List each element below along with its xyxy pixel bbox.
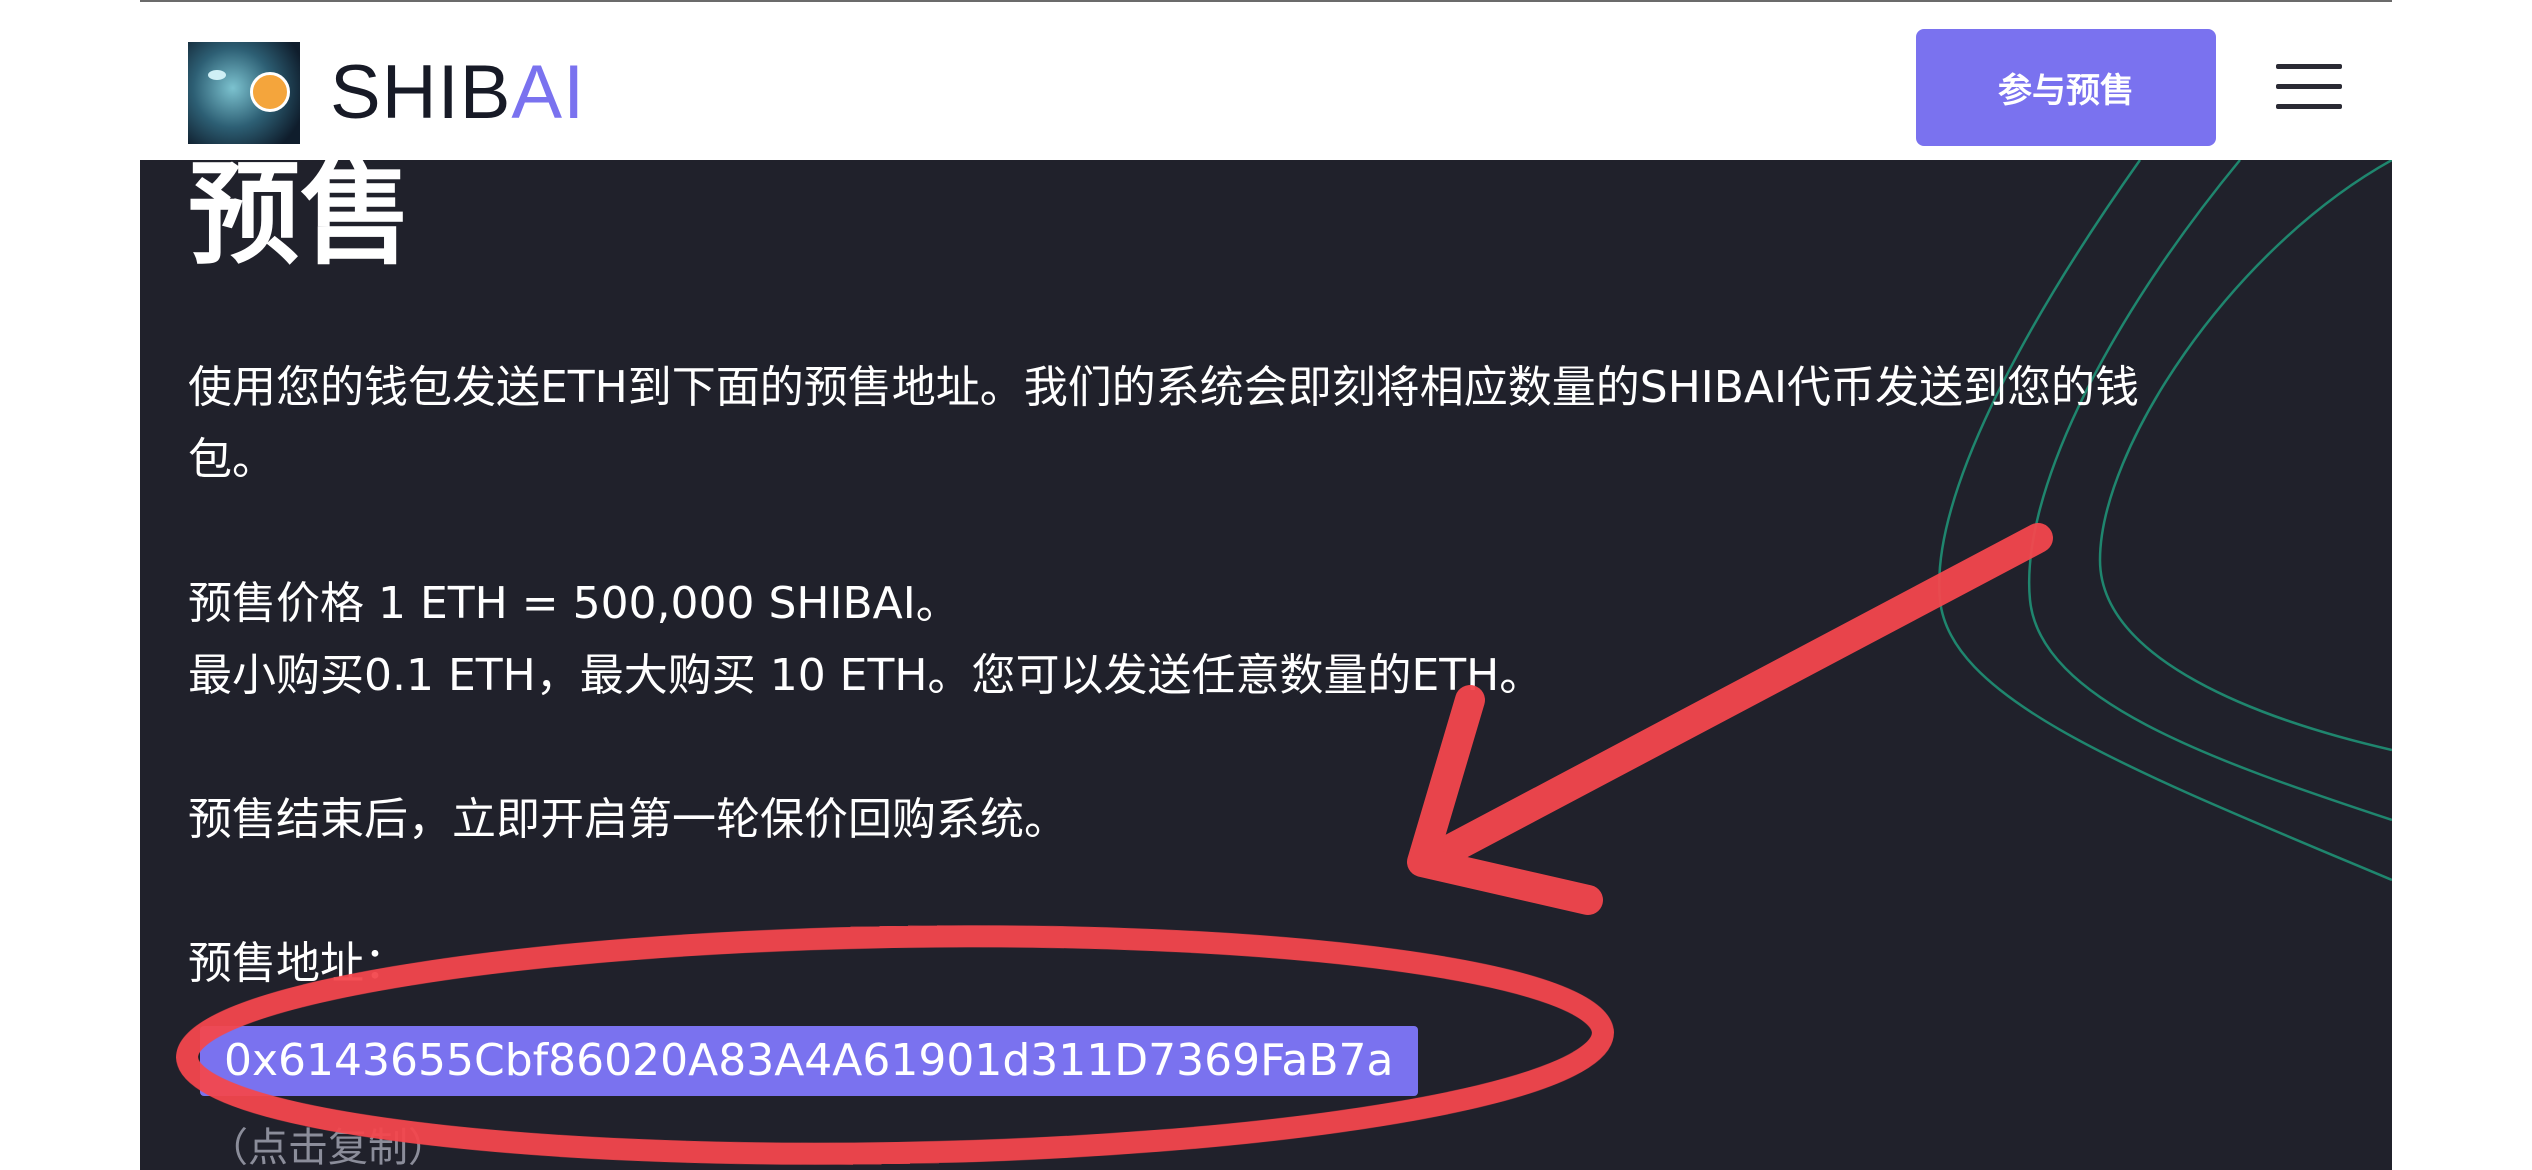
brand-suffix: AI (511, 50, 586, 135)
menu-line (2276, 104, 2342, 109)
menu-line (2276, 84, 2342, 89)
annotation-arrow-shaft (1415, 523, 2053, 875)
brand-prefix: SHIB (330, 50, 512, 135)
hamburger-icon[interactable] (2276, 64, 2342, 110)
join-presale-button[interactable]: 参与预售 (1916, 29, 2216, 146)
annotation-ellipse (176, 925, 1614, 1165)
red-annotation-overlay (176, 523, 2053, 1165)
top-border (140, 0, 2392, 2)
site-header: SHIBAI 参与预售 (140, 2, 2392, 160)
logo-image[interactable] (188, 42, 300, 144)
menu-line (2276, 64, 2342, 69)
logo-eye-left (208, 70, 226, 80)
brand-wordmark[interactable]: SHIBAI (330, 48, 585, 138)
page-frame: SHIBAI 参与预售 预售 使用您的钱包发送ETH到下面的预售地址。我们的系统… (140, 0, 2392, 1170)
shiba-badge-icon (250, 72, 290, 112)
